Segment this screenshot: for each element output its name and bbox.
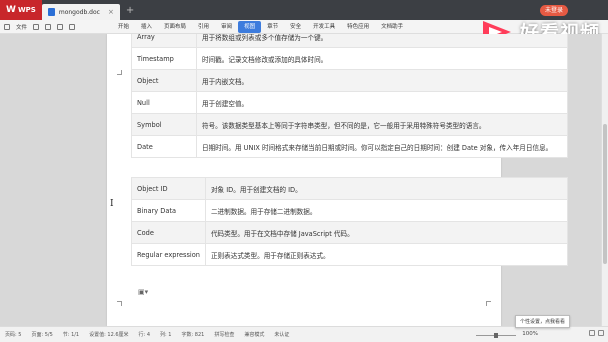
type-description-cell[interactable]: 时间戳。记录文档修改或添加的具体时间。 (196, 47, 568, 70)
type-name-cell[interactable]: Symbol (131, 113, 197, 136)
status-item[interactable]: 设置值: 12.6厘米 (84, 331, 133, 338)
type-name-cell[interactable]: Binary Data (131, 199, 206, 222)
status-item[interactable]: 拼写检查 (209, 331, 239, 338)
ribbon-tab[interactable]: 视图 (238, 20, 262, 33)
ribbon-tab[interactable]: 开始 (112, 21, 135, 33)
margin-marker (117, 301, 122, 306)
paste-options-icon[interactable]: ▣▾ (138, 288, 148, 296)
file-menu[interactable]: 文件 (16, 23, 27, 31)
wps-app-button[interactable]: W WPS (0, 0, 42, 20)
view-mode-icon[interactable] (598, 330, 604, 336)
ribbon-tab[interactable]: 开发工具 (307, 21, 341, 33)
status-item[interactable]: 行: 4 (134, 331, 155, 338)
quick-access-toolbar: 文件 (0, 23, 112, 31)
zoom-slider[interactable] (476, 333, 516, 338)
ribbon-tab[interactable]: 引用 (192, 21, 215, 33)
status-item[interactable]: 列: 1 (155, 331, 176, 338)
close-tab-icon[interactable]: × (108, 8, 114, 16)
print-icon[interactable] (45, 23, 52, 30)
type-description-cell[interactable]: 对象 ID。用于创建文档的 ID。 (204, 177, 569, 200)
ribbon-tab[interactable]: 安全 (284, 21, 307, 33)
table-row[interactable]: Code 代码类型。用于在文档中存储 JavaScript 代码。 (131, 221, 569, 244)
type-description-cell[interactable]: 符号。该数据类型基本上等同于字符串类型，但不同的是，它一般用于采用特殊符号类型的… (196, 113, 568, 136)
type-description-cell[interactable]: 代码类型。用于在文档中存储 JavaScript 代码。 (204, 221, 569, 244)
document-tab-label: mongodb.doc (58, 8, 100, 16)
zoom-level[interactable]: 100% (522, 331, 538, 337)
type-description-cell[interactable]: 用于将数组或列表或多个值存储为一个键。 (196, 34, 568, 48)
ribbon-tab[interactable]: 插入 (135, 21, 158, 33)
zoom-slider-knob[interactable] (494, 333, 498, 338)
type-name-cell[interactable]: Object ID (131, 177, 206, 200)
type-name-cell[interactable]: Array (131, 34, 197, 48)
type-description-cell[interactable]: 二进制数据。用于存储二进制数据。 (204, 199, 569, 222)
wps-writer-window: W WPS mongodb.doc × + 未登录 文件 开始 插入 页面布局 引用审… (0, 0, 608, 342)
personalize-tooltip: 个性设置，点我看看 (514, 315, 570, 328)
table-row[interactable]: Date 日期时间。用 UNIX 时间格式来存储当前日期或时间。你可以指定自己的日… (131, 135, 568, 158)
scrollbar-thumb[interactable] (603, 124, 607, 264)
status-item[interactable]: 未认证 (269, 331, 294, 338)
table-row[interactable]: Object ID 对象 ID。用于创建文档的 ID。 (131, 177, 569, 200)
wps-logo-icon: W (6, 5, 16, 15)
document-tab[interactable]: mongodb.doc × (41, 4, 120, 20)
status-item[interactable]: 兼容模式 (239, 331, 269, 338)
document-area[interactable]: Array 用于将数组或列表或多个值存储为一个键。 Timestamp 时间戳。记录文… (0, 34, 601, 326)
type-name-cell[interactable]: Object (131, 69, 197, 92)
type-description-cell[interactable]: 用于创建空值。 (196, 91, 568, 114)
margin-marker (486, 301, 491, 306)
view-mode-icons (589, 330, 604, 336)
login-button[interactable]: 未登录 (539, 5, 568, 16)
status-item[interactable]: 页面: 5/5 (26, 331, 57, 338)
type-name-cell[interactable]: Timestamp (131, 47, 197, 70)
type-name-cell[interactable]: Code (131, 221, 206, 244)
type-description-cell[interactable]: 正则表达式类型。用于存储正则表达式。 (204, 243, 569, 266)
menu-icon[interactable] (4, 23, 10, 30)
status-item[interactable]: 页码: 5 (0, 331, 26, 338)
table-row[interactable]: Object 用于内嵌文档。 (131, 69, 568, 92)
status-items: 页码: 5 页面: 5/5 节: 1/1 设置值: 12.6厘米 行: 4 列: 1 字数:… (0, 331, 294, 338)
redo-icon[interactable] (69, 23, 76, 30)
view-mode-icon[interactable] (589, 330, 595, 336)
type-name-cell[interactable]: Regular expression (131, 243, 206, 266)
ribbon-tab[interactable]: 文档助手 (375, 21, 409, 33)
text-cursor-icon: I (110, 199, 114, 209)
status-item[interactable]: 字数: 821 (176, 331, 209, 338)
table-row[interactable]: Null 用于创建空值。 (131, 91, 568, 114)
new-tab-button[interactable]: + (126, 5, 134, 16)
ribbon-tab[interactable]: 页面布局 (158, 21, 192, 33)
document-page[interactable]: Array 用于将数组或列表或多个值存储为一个键。 Timestamp 时间戳。记录文… (107, 34, 569, 326)
document-icon (47, 8, 55, 16)
table-row[interactable]: Regular expression 正则表达式类型。用于存储正则表达式。 (131, 243, 569, 266)
table-row[interactable]: Array 用于将数组或列表或多个值存储为一个键。 (131, 34, 568, 48)
ribbon-tab[interactable]: 特色应用 (341, 21, 375, 33)
vertical-scrollbar[interactable] (601, 34, 608, 326)
table-row[interactable]: Symbol 符号。该数据类型基本上等同于字符串类型，但不同的是，它一般用于采用特… (131, 113, 568, 136)
type-name-cell[interactable]: Date (131, 135, 197, 158)
ribbon-tab[interactable]: 审阅 (215, 21, 238, 33)
ribbon-tabs: 开始 插入 页面布局 引用 审阅 视图 章节 安全 开发工具 特色应用 文档助手 (112, 20, 409, 33)
type-description-cell[interactable]: 日期时间。用 UNIX 时间格式来存储当前日期或时间。你可以指定自己的日期时间：… (196, 135, 568, 158)
data-type-table-1[interactable]: Array 用于将数组或列表或多个值存储为一个键。 Timestamp 时间戳。记录文… (131, 34, 568, 158)
undo-icon[interactable] (57, 23, 64, 30)
type-name-cell[interactable]: Null (131, 91, 197, 114)
save-icon[interactable] (33, 23, 40, 30)
type-description-cell[interactable]: 用于内嵌文档。 (196, 69, 568, 92)
data-type-table-2[interactable]: Object ID 对象 ID。用于创建文档的 ID。 Binary Data 二进制… (131, 177, 569, 266)
app-name: WPS (17, 6, 36, 14)
status-bar: 页码: 5 页面: 5/5 节: 1/1 设置值: 12.6厘米 行: 4 列: 1 字数:… (0, 326, 608, 342)
margin-marker (117, 70, 122, 75)
ribbon-tab[interactable]: 章节 (261, 21, 284, 33)
status-item[interactable]: 节: 1/1 (58, 331, 84, 338)
table-row[interactable]: Binary Data 二进制数据。用于存储二进制数据。 (131, 199, 569, 222)
title-bar: W WPS mongodb.doc × + 未登录 (0, 0, 608, 20)
table-row[interactable]: Timestamp 时间戳。记录文档修改或添加的具体时间。 (131, 47, 568, 70)
